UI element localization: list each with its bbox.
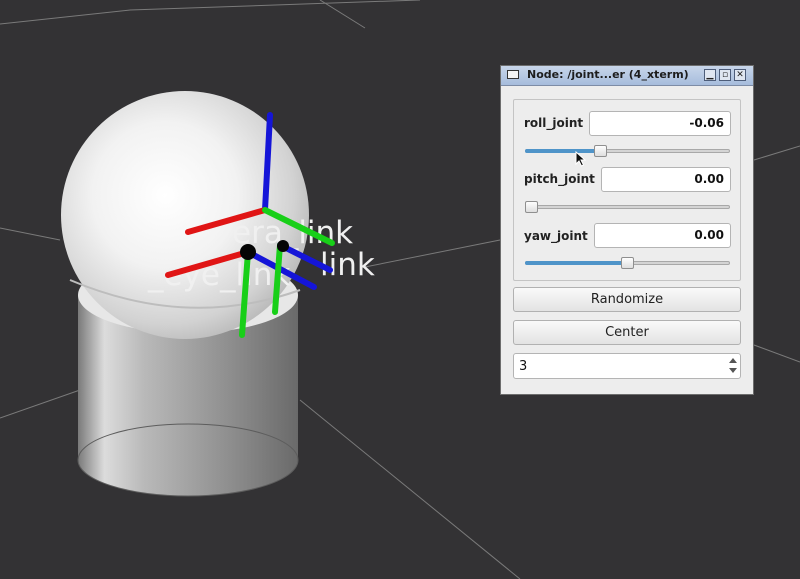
yaw-joint-slider[interactable] xyxy=(525,257,730,269)
joint-count-spinbox[interactable]: 3 xyxy=(513,353,741,379)
roll-joint-slider[interactable] xyxy=(525,145,730,157)
spinbox-arrows[interactable] xyxy=(726,355,739,377)
link-label: link xyxy=(320,247,375,283)
yaw-joint-value-field[interactable]: 0.00 xyxy=(594,223,731,248)
roll-joint-label: roll_joint xyxy=(524,116,584,130)
slider-fill xyxy=(525,261,625,265)
joint-state-publisher-window[interactable]: Node: /joint...er (4_xterm) ▁ ▫ ✕ roll_j… xyxy=(500,65,754,395)
slider-handle[interactable] xyxy=(621,257,634,269)
robot-head-model xyxy=(61,91,309,497)
randomize-button[interactable]: Randomize xyxy=(513,287,741,312)
origin-marker-2 xyxy=(277,240,289,252)
window-titlebar[interactable]: Node: /joint...er (4_xterm) ▁ ▫ ✕ xyxy=(501,66,753,86)
pitch-joint-slider[interactable] xyxy=(525,201,730,213)
pitch-joint-label: pitch_joint xyxy=(524,172,595,186)
window-menu-icon[interactable] xyxy=(507,70,519,79)
slider-handle[interactable] xyxy=(525,201,538,213)
spinbox-value: 3 xyxy=(519,359,528,374)
pitch-joint-value-field[interactable]: 0.00 xyxy=(601,167,731,192)
maximize-button[interactable]: ▫ xyxy=(719,69,731,81)
window-title: Node: /joint...er (4_xterm) xyxy=(527,68,689,81)
minimize-button[interactable]: ▁ xyxy=(704,69,716,81)
slider-fill xyxy=(525,149,598,153)
yaw-joint-label: yaw_joint xyxy=(524,229,588,243)
origin-marker xyxy=(240,244,256,260)
spin-up-arrow-icon[interactable] xyxy=(729,358,737,363)
spin-down-arrow-icon[interactable] xyxy=(729,368,737,373)
close-button[interactable]: ✕ xyxy=(734,69,746,81)
slider-handle[interactable] xyxy=(594,145,607,157)
roll-joint-value-field[interactable]: -0.06 xyxy=(589,111,731,136)
mouse-pointer-icon xyxy=(575,151,587,167)
center-button[interactable]: Center xyxy=(513,320,741,345)
slider-track xyxy=(525,205,730,209)
